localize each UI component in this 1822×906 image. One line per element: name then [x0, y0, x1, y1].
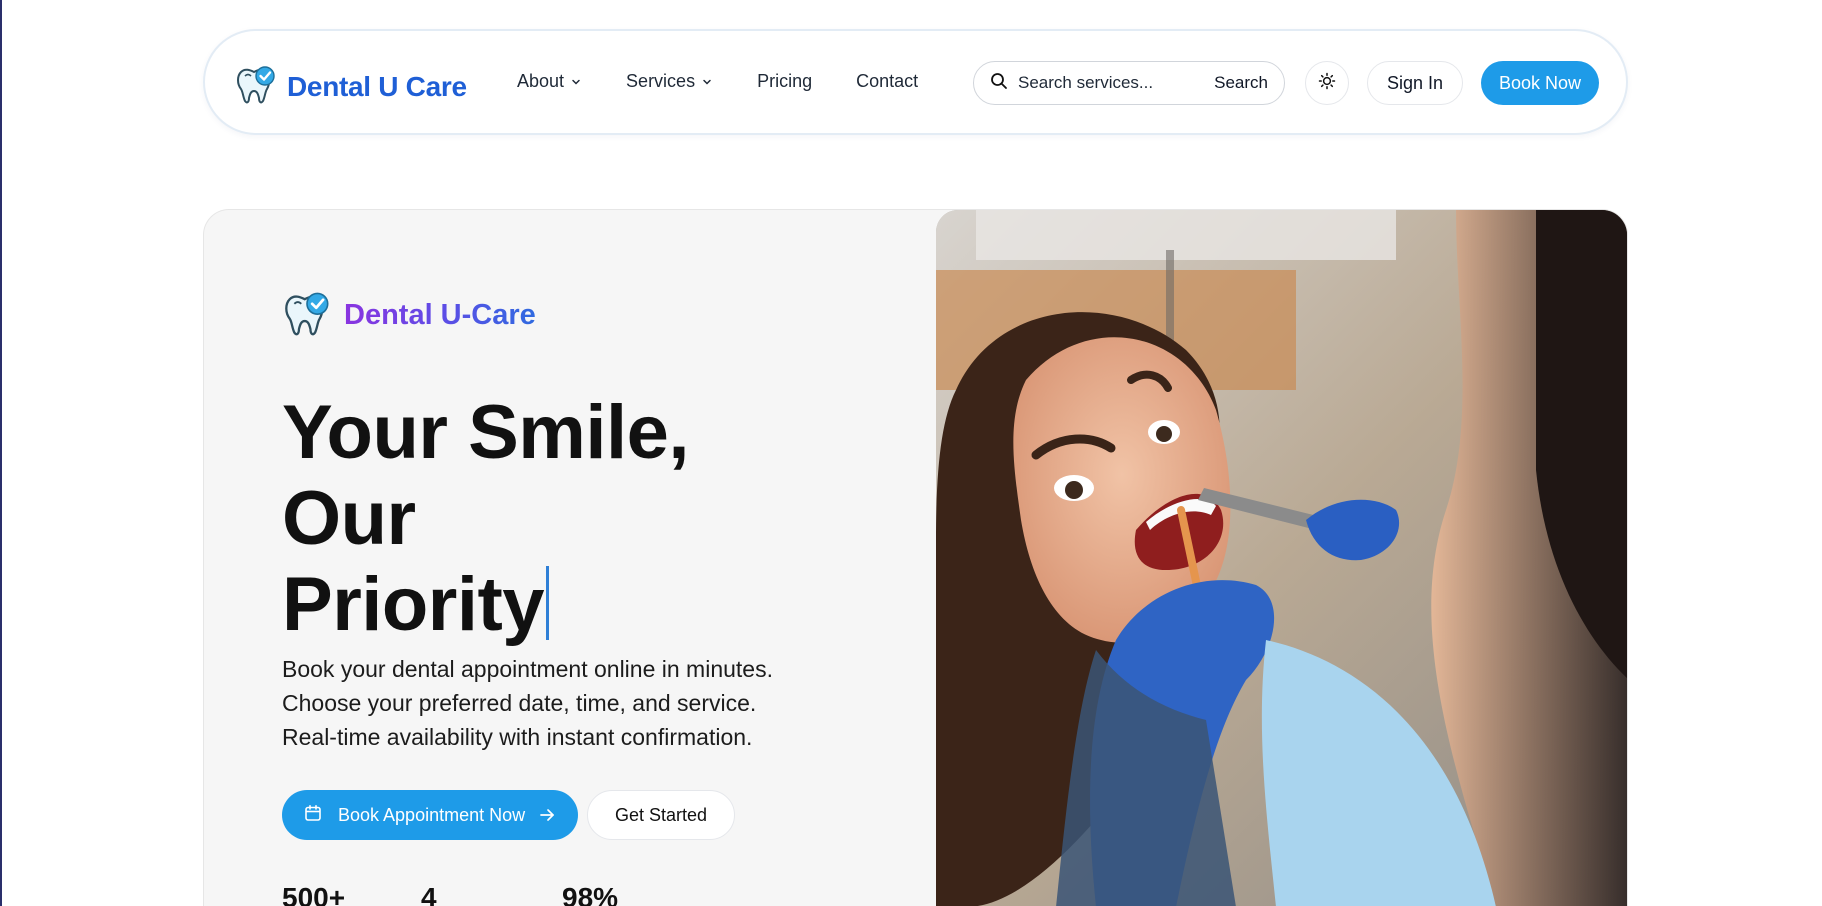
- chevron-down-icon: [701, 76, 713, 88]
- arrow-right-icon: [538, 806, 556, 824]
- navbar: Dental U Care About Services Pricing Con…: [203, 29, 1628, 135]
- hero-image: [936, 210, 1627, 906]
- hero-title-line2: Priority: [282, 562, 545, 647]
- hero-brand-name: Dental U-Care: [344, 299, 536, 331]
- hero-title: Your Smile, Our Priority: [282, 390, 842, 648]
- dental-patient-photo: [936, 210, 1627, 906]
- calendar-icon: [304, 804, 322, 827]
- sun-icon: [1318, 72, 1336, 95]
- hero-description-line: Choose your preferred date, time, and se…: [282, 690, 757, 716]
- main-nav: About Services Pricing Contact: [517, 71, 918, 92]
- search-icon: [990, 72, 1008, 95]
- hero-brand: Dental U-Care: [282, 290, 536, 341]
- stat-value: 500+: [282, 882, 346, 906]
- hero-description: Book your dental appointment online in m…: [282, 652, 842, 754]
- get-started-button[interactable]: Get Started: [587, 790, 735, 840]
- nav-item-contact[interactable]: Contact: [856, 71, 918, 92]
- stat-value: 98%: [562, 882, 619, 906]
- book-appointment-label: Book Appointment Now: [338, 804, 526, 825]
- nav-item-label: Pricing: [757, 71, 813, 91]
- nav-item-label: Services: [626, 71, 696, 91]
- book-now-button[interactable]: Book Now: [1481, 61, 1599, 105]
- theme-toggle-button[interactable]: [1305, 61, 1349, 105]
- stat-value: 4: [421, 882, 437, 906]
- nav-item-label: About: [517, 71, 565, 91]
- brand-logo-link[interactable]: Dental U Care: [235, 64, 467, 109]
- brand-name: Dental U Care: [287, 70, 467, 102]
- search-button[interactable]: Search: [1214, 73, 1268, 93]
- hero-description-line: Real-time availability with instant conf…: [282, 724, 753, 750]
- chevron-down-icon: [570, 76, 582, 88]
- tooth-check-icon: [235, 64, 277, 109]
- nav-item-pricing[interactable]: Pricing: [757, 71, 812, 92]
- stats-row: 500+ 4 98%: [282, 882, 618, 906]
- nav-item-services[interactable]: Services: [626, 71, 713, 92]
- typing-cursor: [546, 566, 550, 640]
- nav-item-label: Contact: [856, 71, 919, 91]
- search-input[interactable]: [1018, 73, 1188, 93]
- hero-section: Dental U-Care Your Smile, Our Priority B…: [203, 209, 1628, 906]
- hero-description-line: Book your dental appointment online in m…: [282, 656, 773, 682]
- book-appointment-button[interactable]: Book Appointment Now: [282, 790, 578, 840]
- hero-title-line1: Your Smile, Our: [282, 390, 689, 561]
- search-bar: Search: [973, 61, 1285, 105]
- nav-item-about[interactable]: About: [517, 71, 582, 92]
- tooth-check-icon: [282, 290, 332, 341]
- sign-in-button[interactable]: Sign In: [1367, 61, 1463, 105]
